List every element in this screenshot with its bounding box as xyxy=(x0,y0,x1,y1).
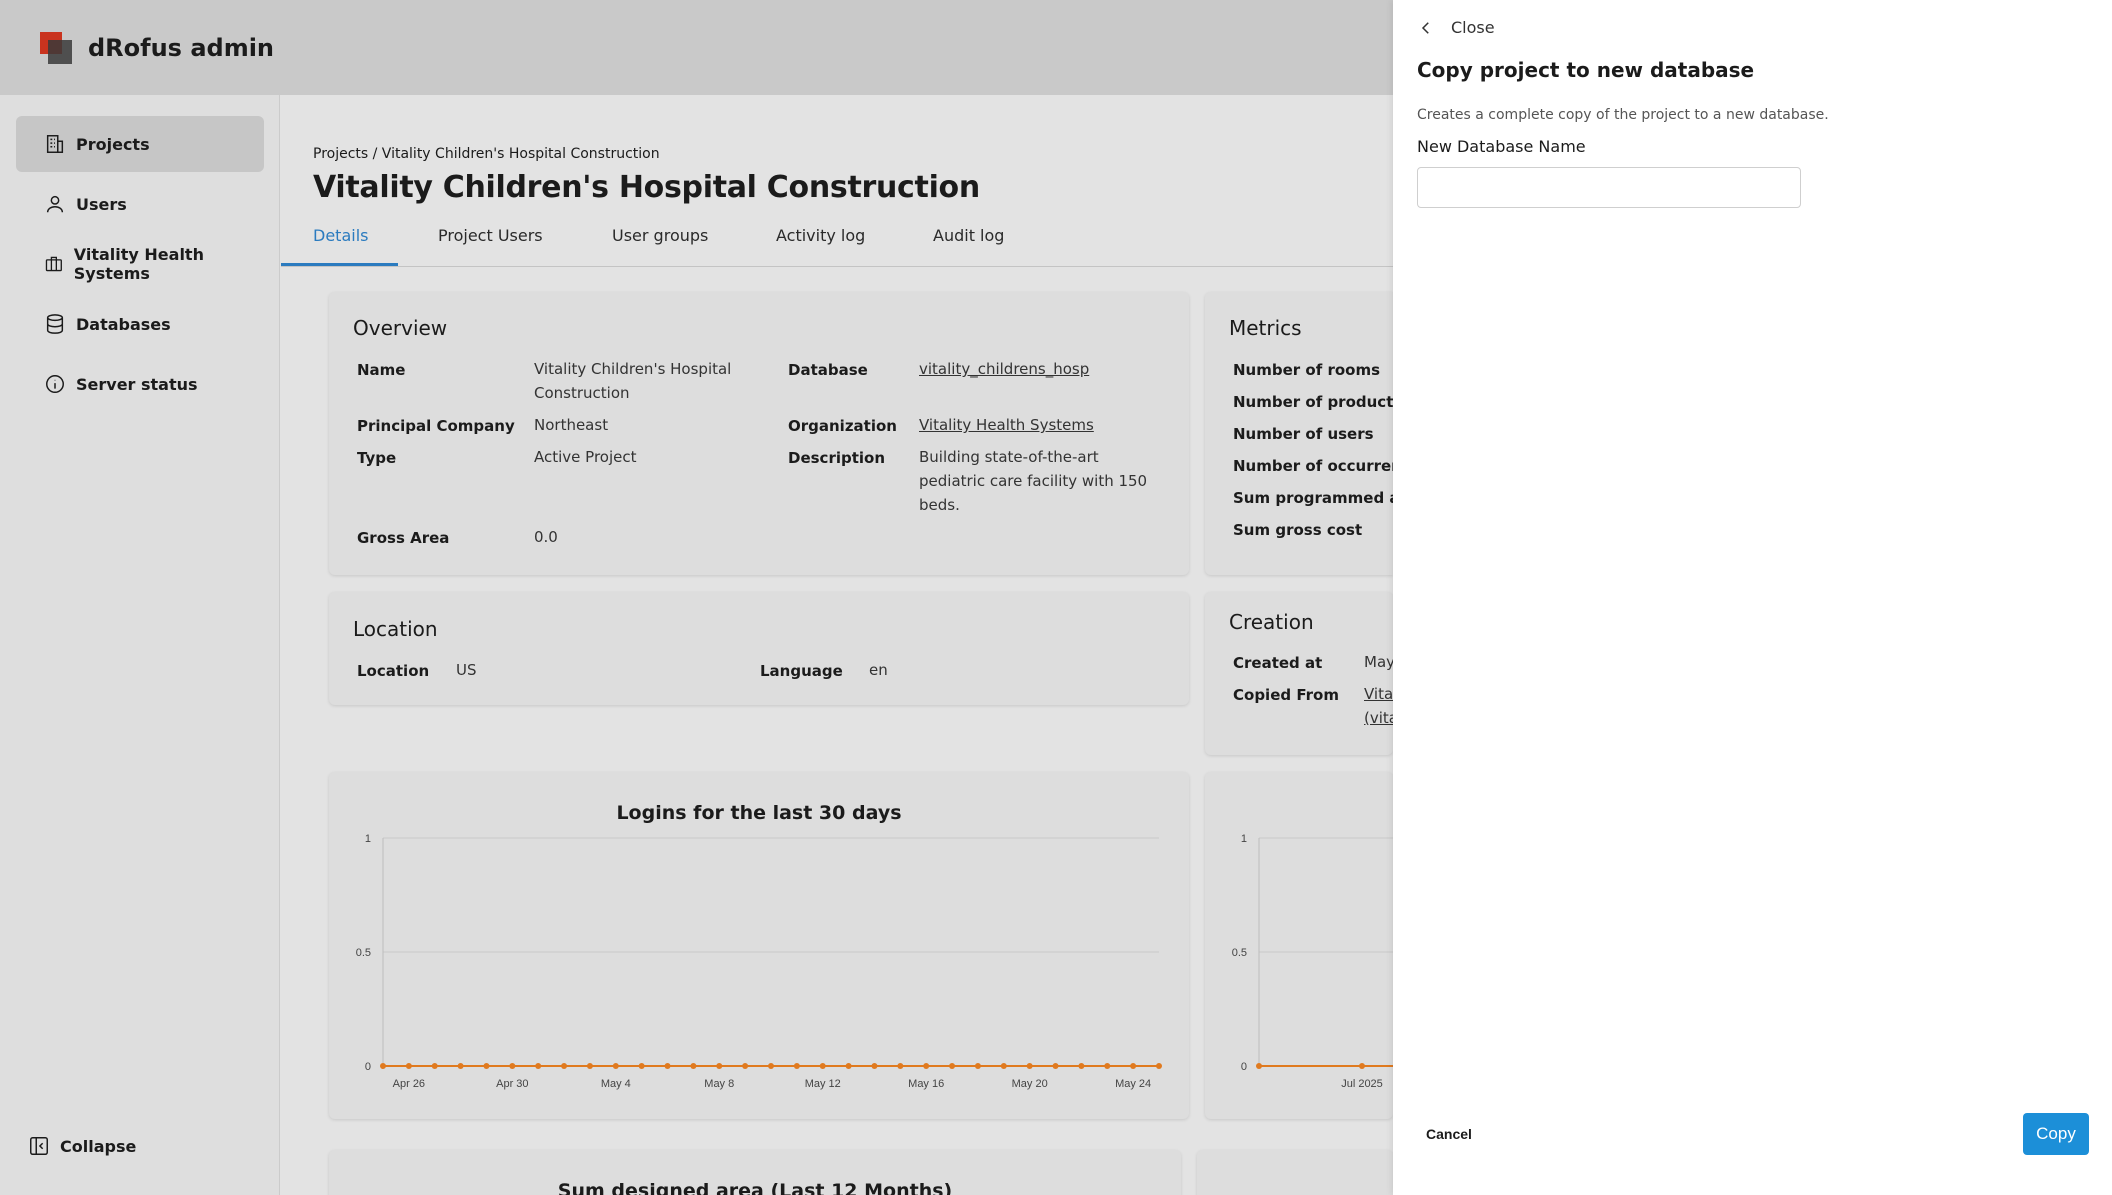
close-button[interactable]: Close xyxy=(1417,18,1495,37)
new-database-name-input[interactable] xyxy=(1417,167,1801,208)
drawer-title: Copy project to new database xyxy=(1417,58,1755,82)
drawer-description: Creates a complete copy of the project t… xyxy=(1417,107,1829,123)
copy-button[interactable]: Copy xyxy=(2023,1113,2089,1155)
chevron-left-icon xyxy=(1421,21,1429,34)
overlay-backdrop[interactable] xyxy=(0,0,1393,1195)
close-label: Close xyxy=(1451,18,1495,37)
copy-project-drawer: Close Copy project to new database Creat… xyxy=(1393,0,2112,1195)
cancel-button[interactable]: Cancel xyxy=(1417,1114,1481,1154)
new-database-name-label: New Database Name xyxy=(1417,137,1586,156)
